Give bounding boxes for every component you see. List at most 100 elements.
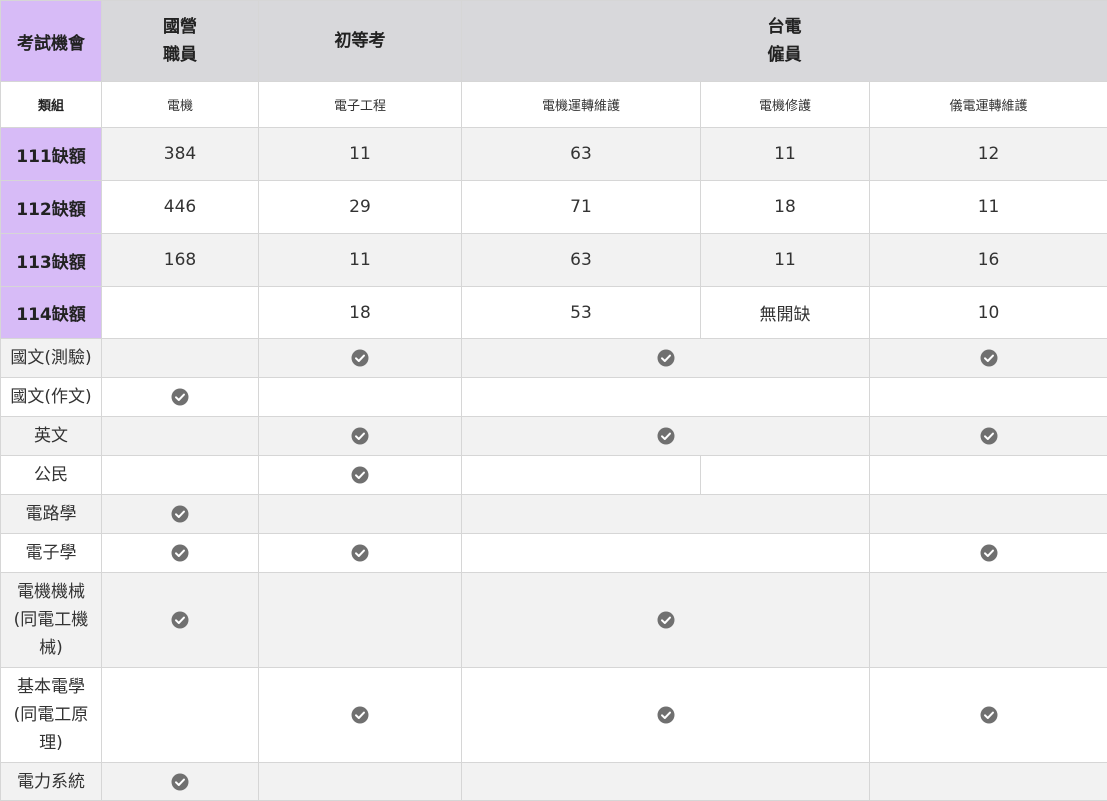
vacancy-label: 112缺額 (1, 181, 102, 234)
category-label: 類組 (1, 82, 102, 128)
subject-cell (870, 763, 1107, 801)
vacancy-cell: 446 (102, 181, 259, 234)
subject-row-english: 英文 (1, 417, 1107, 456)
subject-label: 國文(作文) (1, 378, 102, 417)
subject-cell (870, 573, 1107, 668)
vacancy-cell: 無開缺 (701, 287, 870, 339)
vacancy-row-113: 113缺額 168 11 63 11 16 (1, 234, 1107, 287)
subject-cell (259, 573, 462, 668)
subject-row-machinery: 電機機械 (同電工機 械) (1, 573, 1107, 668)
subject-cell (259, 417, 462, 456)
vacancy-label: 113缺額 (1, 234, 102, 287)
subject-cell (259, 339, 462, 378)
check-circle-icon (980, 427, 998, 445)
column-header-state-enterprise: 國營 職員 (102, 1, 259, 82)
subject-cell (102, 668, 259, 763)
subject-cell (102, 417, 259, 456)
subject-cell (462, 534, 870, 573)
vacancy-cell: 11 (259, 128, 462, 181)
subject-row-electronics: 電子學 (1, 534, 1107, 573)
subject-row-circuits: 電路學 (1, 495, 1107, 534)
subject-label: 電路學 (1, 495, 102, 534)
vacancy-cell: 63 (462, 234, 701, 287)
subject-label: 國文(測驗) (1, 339, 102, 378)
category-cell: 電機修護 (701, 82, 870, 128)
subject-cell (870, 339, 1107, 378)
vacancy-cell: 11 (701, 234, 870, 287)
check-circle-icon (171, 388, 189, 406)
header-row: 考試機會 國營 職員 初等考 台電 僱員 (1, 1, 1107, 82)
subject-cell (259, 668, 462, 763)
vacancy-cell: 53 (462, 287, 701, 339)
subject-cell (462, 495, 870, 534)
subject-label: 公民 (1, 456, 102, 495)
subject-cell (870, 456, 1107, 495)
check-circle-icon (351, 349, 369, 367)
check-circle-icon (980, 349, 998, 367)
check-circle-icon (351, 427, 369, 445)
vacancy-row-111: 111缺額 384 11 63 11 12 (1, 128, 1107, 181)
subject-cell (462, 668, 870, 763)
check-circle-icon (657, 427, 675, 445)
subject-cell (102, 456, 259, 495)
subject-cell (102, 573, 259, 668)
check-circle-icon (351, 706, 369, 724)
subject-label: 電子學 (1, 534, 102, 573)
category-cell: 電子工程 (259, 82, 462, 128)
vacancy-cell: 18 (701, 181, 870, 234)
check-circle-icon (657, 706, 675, 724)
column-header-elementary-exam: 初等考 (259, 1, 462, 82)
vacancy-cell (102, 287, 259, 339)
subject-cell (259, 495, 462, 534)
check-circle-icon (171, 611, 189, 629)
subject-label: 電機機械 (同電工機 械) (1, 573, 102, 668)
check-circle-icon (351, 544, 369, 562)
check-circle-icon (171, 544, 189, 562)
check-circle-icon (657, 349, 675, 367)
subject-row-basic-ee: 基本電學 (同電工原 理) (1, 668, 1107, 763)
subject-cell (102, 534, 259, 573)
subject-cell (102, 495, 259, 534)
subject-cell (870, 668, 1107, 763)
subject-cell (870, 534, 1107, 573)
subject-cell (462, 456, 701, 495)
check-circle-icon (657, 611, 675, 629)
corner-header: 考試機會 (1, 1, 102, 82)
subject-label: 電力系統 (1, 763, 102, 801)
subject-cell (870, 417, 1107, 456)
vacancy-label: 114缺額 (1, 287, 102, 339)
exam-comparison-table: 考試機會 國營 職員 初等考 台電 僱員 類組 電機 電子工程 電機運轉維護 電… (0, 0, 1107, 801)
column-header-taipower: 台電 僱員 (462, 1, 1107, 82)
vacancy-cell: 168 (102, 234, 259, 287)
check-circle-icon (171, 505, 189, 523)
subject-cell (462, 339, 870, 378)
vacancy-cell: 29 (259, 181, 462, 234)
subject-label: 基本電學 (同電工原 理) (1, 668, 102, 763)
vacancy-cell: 11 (259, 234, 462, 287)
subject-cell (870, 378, 1107, 417)
subject-cell (102, 378, 259, 417)
vacancy-row-114: 114缺額 18 53 無開缺 10 (1, 287, 1107, 339)
vacancy-cell: 71 (462, 181, 701, 234)
check-circle-icon (171, 773, 189, 791)
vacancy-cell: 10 (870, 287, 1107, 339)
category-cell: 電機運轉維護 (462, 82, 701, 128)
vacancy-cell: 16 (870, 234, 1107, 287)
vacancy-cell: 18 (259, 287, 462, 339)
subject-row-chinese-essay: 國文(作文) (1, 378, 1107, 417)
subject-cell (701, 456, 870, 495)
subject-cell (259, 378, 462, 417)
subject-cell (870, 495, 1107, 534)
vacancy-cell: 63 (462, 128, 701, 181)
vacancy-cell: 11 (870, 181, 1107, 234)
category-row: 類組 電機 電子工程 電機運轉維護 電機修護 儀電運轉維護 (1, 82, 1107, 128)
subject-cell (259, 534, 462, 573)
subject-row-power-systems: 電力系統 (1, 763, 1107, 801)
subject-row-civics: 公民 (1, 456, 1107, 495)
subject-cell (462, 763, 870, 801)
subject-row-chinese-test: 國文(測驗) (1, 339, 1107, 378)
subject-cell (102, 339, 259, 378)
vacancy-cell: 11 (701, 128, 870, 181)
subject-cell (462, 573, 870, 668)
check-circle-icon (980, 706, 998, 724)
